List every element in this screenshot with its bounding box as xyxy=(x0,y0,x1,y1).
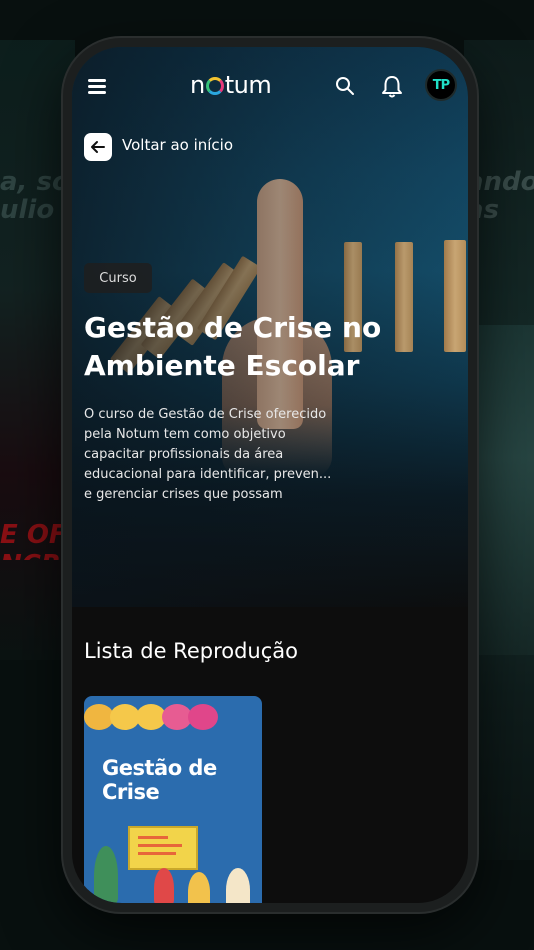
logo-o-mark xyxy=(205,77,224,95)
illustration-person xyxy=(154,868,174,903)
app-logo[interactable]: n tum xyxy=(190,71,272,99)
phone-frame: n tum TP Voltar ao início Curso Gestão de… xyxy=(63,38,477,912)
backdrop-left-red-text: E OFNCR xyxy=(0,520,67,560)
course-description: O curso de Gestão de Crise oferecido pel… xyxy=(84,407,332,502)
playlist-item-card[interactable]: Gestão de Crise xyxy=(84,696,262,903)
playlist-item-title: Gestão de Crise xyxy=(102,756,217,804)
top-bar: n tum TP xyxy=(72,47,468,127)
illustration-person xyxy=(94,846,118,903)
back-label[interactable]: Voltar ao início xyxy=(122,136,233,154)
illustration-person xyxy=(226,868,250,903)
course-title: Gestão de Crise no Ambiente Escolar xyxy=(84,311,382,382)
back-button[interactable] xyxy=(84,133,112,161)
search-icon[interactable] xyxy=(334,75,356,97)
phone-screen: n tum TP Voltar ao início Curso Gestão de… xyxy=(72,47,468,903)
illustration-person xyxy=(188,872,210,903)
decorative-dots xyxy=(84,704,218,730)
logo-text-tail: tum xyxy=(224,71,272,99)
avatar[interactable]: TP xyxy=(425,69,457,101)
arrow-left-icon xyxy=(91,141,105,153)
illustration-board xyxy=(128,826,198,870)
bell-icon[interactable] xyxy=(380,73,404,99)
playlist-section-title: Lista de Reprodução xyxy=(84,639,298,663)
backdrop-right-thumb xyxy=(472,325,534,655)
category-badge: Curso xyxy=(84,263,152,293)
menu-icon[interactable] xyxy=(86,75,108,97)
